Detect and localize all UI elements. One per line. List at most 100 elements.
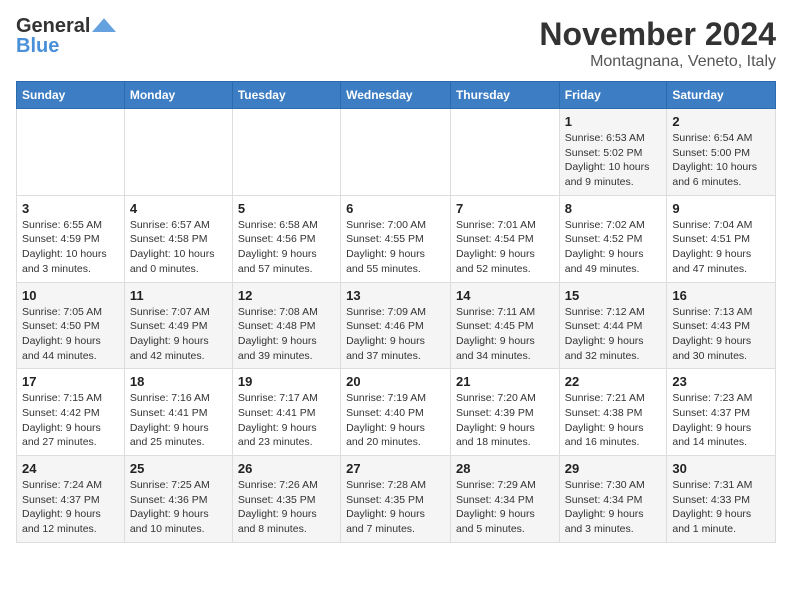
- cell-w5-d5: 28 Sunrise: 7:29 AM Sunset: 4:34 PM Dayli…: [450, 456, 559, 543]
- day-info: Sunrise: 6:53 AM Sunset: 5:02 PM Dayligh…: [565, 131, 662, 190]
- cell-w4-d5: 21 Sunrise: 7:20 AM Sunset: 4:39 PM Dayli…: [450, 369, 559, 456]
- cell-w5-d3: 26 Sunrise: 7:26 AM Sunset: 4:35 PM Dayli…: [232, 456, 340, 543]
- day-number: 3: [22, 201, 119, 216]
- day-number: 28: [456, 461, 554, 476]
- day-info: Sunrise: 7:02 AM Sunset: 4:52 PM Dayligh…: [565, 218, 662, 277]
- header-row: Sunday Monday Tuesday Wednesday Thursday…: [17, 82, 776, 109]
- day-info: Sunrise: 7:17 AM Sunset: 4:41 PM Dayligh…: [238, 391, 335, 450]
- day-number: 17: [22, 374, 119, 389]
- day-info: Sunrise: 7:29 AM Sunset: 4:34 PM Dayligh…: [456, 478, 554, 537]
- calendar-body: 1 Sunrise: 6:53 AM Sunset: 5:02 PM Daylig…: [17, 109, 776, 543]
- cell-w4-d3: 19 Sunrise: 7:17 AM Sunset: 4:41 PM Dayli…: [232, 369, 340, 456]
- logo-general-text: General: [16, 16, 90, 36]
- day-number: 16: [672, 288, 770, 303]
- day-number: 9: [672, 201, 770, 216]
- day-info: Sunrise: 7:31 AM Sunset: 4:33 PM Dayligh…: [672, 478, 770, 537]
- day-info: Sunrise: 7:30 AM Sunset: 4:34 PM Dayligh…: [565, 478, 662, 537]
- day-number: 8: [565, 201, 662, 216]
- cell-w3-d4: 13Sunrise: 7:09 AM Sunset: 4:46 PM Dayli…: [341, 282, 451, 369]
- day-info: Sunrise: 7:23 AM Sunset: 4:37 PM Dayligh…: [672, 391, 770, 450]
- day-number: 25: [130, 461, 227, 476]
- cell-w5-d6: 29 Sunrise: 7:30 AM Sunset: 4:34 PM Dayli…: [559, 456, 667, 543]
- day-info: Sunrise: 7:26 AM Sunset: 4:35 PM Dayligh…: [238, 478, 335, 537]
- month-title: November 2024: [539, 16, 776, 53]
- col-sunday: Sunday: [17, 82, 125, 109]
- day-number: 22: [565, 374, 662, 389]
- col-saturday: Saturday: [667, 82, 776, 109]
- cell-w2-d4: 6 Sunrise: 7:00 AM Sunset: 4:55 PM Daylig…: [341, 195, 451, 282]
- day-info: Sunrise: 7:20 AM Sunset: 4:39 PM Dayligh…: [456, 391, 554, 450]
- cell-w3-d6: 15Sunrise: 7:12 AM Sunset: 4:44 PM Dayli…: [559, 282, 667, 369]
- col-thursday: Thursday: [450, 82, 559, 109]
- day-info: Sunrise: 7:07 AM Sunset: 4:49 PM Dayligh…: [130, 305, 227, 364]
- day-number: 27: [346, 461, 445, 476]
- day-info: Sunrise: 7:09 AM Sunset: 4:46 PM Dayligh…: [346, 305, 445, 364]
- day-number: 6: [346, 201, 445, 216]
- week-row-1: 1 Sunrise: 6:53 AM Sunset: 5:02 PM Daylig…: [17, 109, 776, 196]
- day-info: Sunrise: 6:57 AM Sunset: 4:58 PM Dayligh…: [130, 218, 227, 277]
- day-info: Sunrise: 7:00 AM Sunset: 4:55 PM Dayligh…: [346, 218, 445, 277]
- day-number: 15: [565, 288, 662, 303]
- cell-w4-d1: 17Sunrise: 7:15 AM Sunset: 4:42 PM Dayli…: [17, 369, 125, 456]
- logo-blue-text: Blue: [16, 36, 59, 56]
- cell-w2-d6: 8 Sunrise: 7:02 AM Sunset: 4:52 PM Daylig…: [559, 195, 667, 282]
- col-friday: Friday: [559, 82, 667, 109]
- cell-w5-d4: 27 Sunrise: 7:28 AM Sunset: 4:35 PM Dayli…: [341, 456, 451, 543]
- calendar-header: Sunday Monday Tuesday Wednesday Thursday…: [17, 82, 776, 109]
- week-row-4: 17Sunrise: 7:15 AM Sunset: 4:42 PM Dayli…: [17, 369, 776, 456]
- day-info: Sunrise: 7:05 AM Sunset: 4:50 PM Dayligh…: [22, 305, 119, 364]
- cell-w1-d1: [17, 109, 125, 196]
- day-info: Sunrise: 7:16 AM Sunset: 4:41 PM Dayligh…: [130, 391, 227, 450]
- logo-icon: [92, 16, 116, 36]
- day-number: 2: [672, 114, 770, 129]
- cell-w4-d6: 22 Sunrise: 7:21 AM Sunset: 4:38 PM Dayli…: [559, 369, 667, 456]
- day-number: 24: [22, 461, 119, 476]
- cell-w2-d2: 4 Sunrise: 6:57 AM Sunset: 4:58 PM Daylig…: [124, 195, 232, 282]
- day-info: Sunrise: 7:11 AM Sunset: 4:45 PM Dayligh…: [456, 305, 554, 364]
- cell-w4-d4: 20 Sunrise: 7:19 AM Sunset: 4:40 PM Dayli…: [341, 369, 451, 456]
- day-number: 11: [130, 288, 227, 303]
- cell-w2-d7: 9 Sunrise: 7:04 AM Sunset: 4:51 PM Daylig…: [667, 195, 776, 282]
- day-number: 26: [238, 461, 335, 476]
- day-info: Sunrise: 6:55 AM Sunset: 4:59 PM Dayligh…: [22, 218, 119, 277]
- calendar-table: Sunday Monday Tuesday Wednesday Thursday…: [16, 81, 776, 543]
- day-info: Sunrise: 7:19 AM Sunset: 4:40 PM Dayligh…: [346, 391, 445, 450]
- week-row-2: 3 Sunrise: 6:55 AM Sunset: 4:59 PM Daylig…: [17, 195, 776, 282]
- cell-w1-d6: 1 Sunrise: 6:53 AM Sunset: 5:02 PM Daylig…: [559, 109, 667, 196]
- col-tuesday: Tuesday: [232, 82, 340, 109]
- cell-w4-d7: 23 Sunrise: 7:23 AM Sunset: 4:37 PM Dayli…: [667, 369, 776, 456]
- cell-w4-d2: 18 Sunrise: 7:16 AM Sunset: 4:41 PM Dayli…: [124, 369, 232, 456]
- day-number: 19: [238, 374, 335, 389]
- day-info: Sunrise: 7:28 AM Sunset: 4:35 PM Dayligh…: [346, 478, 445, 537]
- day-info: Sunrise: 7:04 AM Sunset: 4:51 PM Dayligh…: [672, 218, 770, 277]
- day-number: 7: [456, 201, 554, 216]
- day-number: 30: [672, 461, 770, 476]
- col-wednesday: Wednesday: [341, 82, 451, 109]
- header: General Blue November 2024 Montagnana, V…: [16, 16, 776, 71]
- cell-w1-d4: [341, 109, 451, 196]
- day-number: 4: [130, 201, 227, 216]
- day-info: Sunrise: 6:54 AM Sunset: 5:00 PM Dayligh…: [672, 131, 770, 190]
- day-number: 20: [346, 374, 445, 389]
- day-number: 10: [22, 288, 119, 303]
- day-number: 21: [456, 374, 554, 389]
- day-number: 12: [238, 288, 335, 303]
- week-row-5: 24 Sunrise: 7:24 AM Sunset: 4:37 PM Dayli…: [17, 456, 776, 543]
- day-number: 23: [672, 374, 770, 389]
- cell-w3-d3: 12Sunrise: 7:08 AM Sunset: 4:48 PM Dayli…: [232, 282, 340, 369]
- cell-w3-d1: 10 Sunrise: 7:05 AM Sunset: 4:50 PM Dayli…: [17, 282, 125, 369]
- day-info: Sunrise: 7:01 AM Sunset: 4:54 PM Dayligh…: [456, 218, 554, 277]
- cell-w3-d5: 14Sunrise: 7:11 AM Sunset: 4:45 PM Dayli…: [450, 282, 559, 369]
- col-monday: Monday: [124, 82, 232, 109]
- day-info: Sunrise: 7:21 AM Sunset: 4:38 PM Dayligh…: [565, 391, 662, 450]
- day-info: Sunrise: 6:58 AM Sunset: 4:56 PM Dayligh…: [238, 218, 335, 277]
- cell-w3-d7: 16Sunrise: 7:13 AM Sunset: 4:43 PM Dayli…: [667, 282, 776, 369]
- cell-w2-d1: 3 Sunrise: 6:55 AM Sunset: 4:59 PM Daylig…: [17, 195, 125, 282]
- cell-w2-d3: 5Sunrise: 6:58 AM Sunset: 4:56 PM Daylig…: [232, 195, 340, 282]
- cell-w5-d1: 24 Sunrise: 7:24 AM Sunset: 4:37 PM Dayli…: [17, 456, 125, 543]
- day-number: 1: [565, 114, 662, 129]
- day-info: Sunrise: 7:25 AM Sunset: 4:36 PM Dayligh…: [130, 478, 227, 537]
- day-number: 18: [130, 374, 227, 389]
- day-info: Sunrise: 7:24 AM Sunset: 4:37 PM Dayligh…: [22, 478, 119, 537]
- day-number: 29: [565, 461, 662, 476]
